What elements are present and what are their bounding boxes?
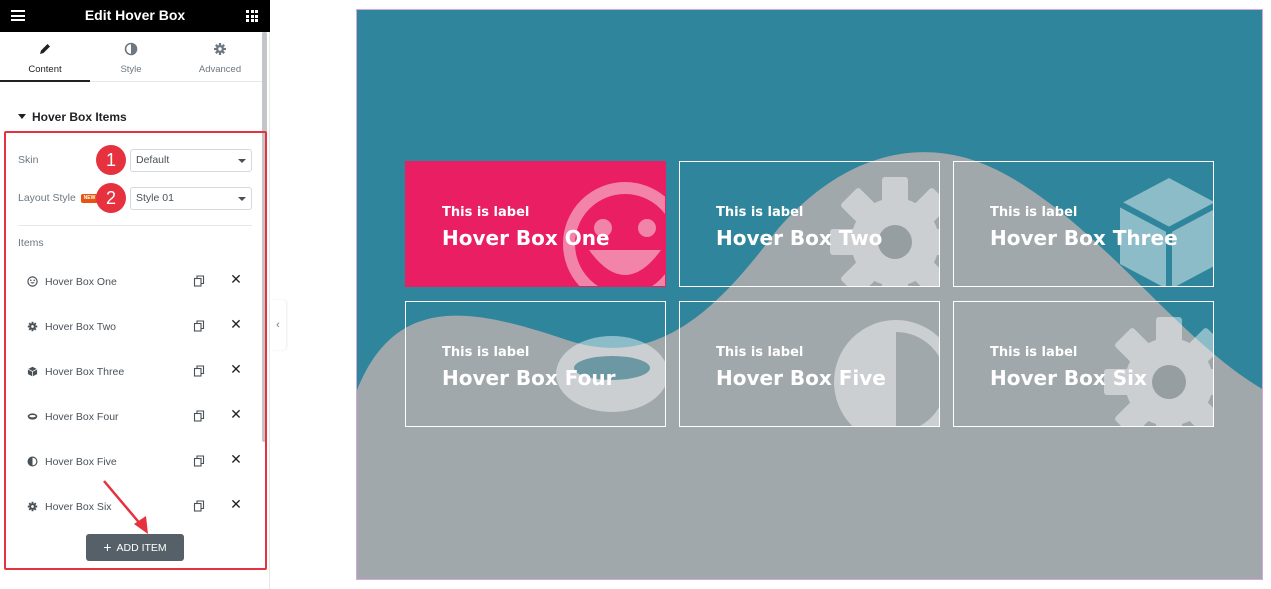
hover-box-1[interactable]: This is label Hover Box One <box>405 161 666 287</box>
repeater-item-title: Hover Box Five <box>45 456 117 468</box>
smile-icon <box>27 276 38 287</box>
hover-box-title: Hover Box One <box>442 226 610 250</box>
duplicate-icon[interactable] <box>193 320 205 332</box>
duplicate-icon[interactable] <box>193 365 205 377</box>
remove-icon[interactable]: ✕ <box>230 317 242 331</box>
tab-advanced-label: Advanced <box>198 64 242 75</box>
repeater-item-title: Hover Box One <box>45 276 117 288</box>
tab-content[interactable]: Content <box>0 32 90 82</box>
plus-icon: + <box>103 539 112 555</box>
divider <box>18 225 252 226</box>
pencil-icon <box>40 44 50 54</box>
items-label: Items <box>18 237 44 249</box>
layout-style-select[interactable]: Style 01 <box>130 187 252 210</box>
gear-icon <box>27 321 38 332</box>
repeater-item-1[interactable]: Hover Box One ✕ <box>18 264 252 309</box>
hover-box-3[interactable]: This is label Hover Box Three <box>953 161 1214 287</box>
layout-style-label: Layout Style <box>18 192 76 204</box>
hover-box-6[interactable]: This is label Hover Box Six <box>953 301 1214 427</box>
half-circle-icon <box>27 456 38 467</box>
repeater-item-3[interactable]: Hover Box Three ✕ <box>18 354 252 399</box>
panel-tabs: Content Style Advanced <box>0 32 262 82</box>
half-circle-icon <box>124 42 138 56</box>
repeater-item-title: Hover Box Two <box>45 321 117 333</box>
preview-canvas: This is label Hover Box One This is labe… <box>356 9 1263 580</box>
hover-box-title: Hover Box Two <box>716 226 883 250</box>
hover-box-4[interactable]: This is label Hover Box Four <box>405 301 666 427</box>
hover-box-title: Hover Box Three <box>990 226 1178 250</box>
hover-box-2[interactable]: This is label Hover Box Two <box>679 161 940 287</box>
repeater-item-4[interactable]: Hover Box Four ✕ <box>18 399 252 444</box>
remove-icon[interactable]: ✕ <box>230 497 242 511</box>
section-toggle-hover-box-items[interactable]: Hover Box Items <box>18 110 127 124</box>
panel-title: Edit Hover Box <box>84 7 186 23</box>
hover-box-title: Hover Box Six <box>990 366 1147 390</box>
skin-select-value: Default <box>136 154 170 166</box>
add-item-button[interactable]: + ADD ITEM <box>86 534 184 561</box>
section-title: Hover Box Items <box>32 110 127 124</box>
remove-icon[interactable]: ✕ <box>230 272 242 286</box>
hover-box-title: Hover Box Four <box>442 366 616 390</box>
duplicate-icon[interactable] <box>193 500 205 512</box>
tab-advanced[interactable]: Advanced <box>175 32 265 82</box>
step-marker-1: 1 <box>96 145 126 175</box>
repeater-item-title: Hover Box Three <box>45 366 125 378</box>
remove-icon[interactable]: ✕ <box>230 362 242 376</box>
repeater-item-2[interactable]: Hover Box Two ✕ <box>18 309 252 354</box>
remove-icon[interactable]: ✕ <box>230 407 242 421</box>
caret-down-icon <box>18 114 26 119</box>
hover-box-label: This is label <box>990 345 1078 360</box>
panel-header: Edit Hover Box <box>0 0 270 32</box>
remove-icon[interactable]: ✕ <box>230 452 242 466</box>
chevron-down-icon <box>238 197 246 201</box>
gear-icon <box>27 501 38 512</box>
skin-select[interactable]: Default <box>130 149 252 172</box>
widgets-grid-icon[interactable] <box>246 10 258 22</box>
hover-box-label: This is label <box>442 205 530 220</box>
hover-box-label: This is label <box>442 345 530 360</box>
tab-style-label: Style <box>120 64 142 75</box>
hover-box-label: This is label <box>990 205 1078 220</box>
wave-background <box>357 152 1262 579</box>
annotation-arrow-icon <box>103 480 148 534</box>
ring-icon <box>27 413 38 420</box>
duplicate-icon[interactable] <box>193 275 205 287</box>
gear-icon <box>214 43 226 55</box>
cube-icon <box>27 366 38 377</box>
chevron-down-icon <box>238 159 246 163</box>
hover-box-title: Hover Box Five <box>716 366 886 390</box>
add-item-label: ADD ITEM <box>116 542 167 554</box>
editor-panel: Edit Hover Box Content Style Advanced Ho… <box>0 0 270 589</box>
step-marker-2: 2 <box>96 183 126 213</box>
skin-label: Skin <box>18 154 39 166</box>
tab-content-label: Content <box>28 64 62 75</box>
layout-style-select-value: Style 01 <box>136 192 174 204</box>
repeater-item-title: Hover Box Four <box>45 411 119 423</box>
hover-box-label: This is label <box>716 345 804 360</box>
collapse-panel-toggle[interactable]: ‹ <box>270 300 286 350</box>
tab-style[interactable]: Style <box>86 32 176 82</box>
hover-box-label: This is label <box>716 205 804 220</box>
duplicate-icon[interactable] <box>193 410 205 422</box>
duplicate-icon[interactable] <box>193 455 205 467</box>
hover-box-5[interactable]: This is label Hover Box Five <box>679 301 940 427</box>
